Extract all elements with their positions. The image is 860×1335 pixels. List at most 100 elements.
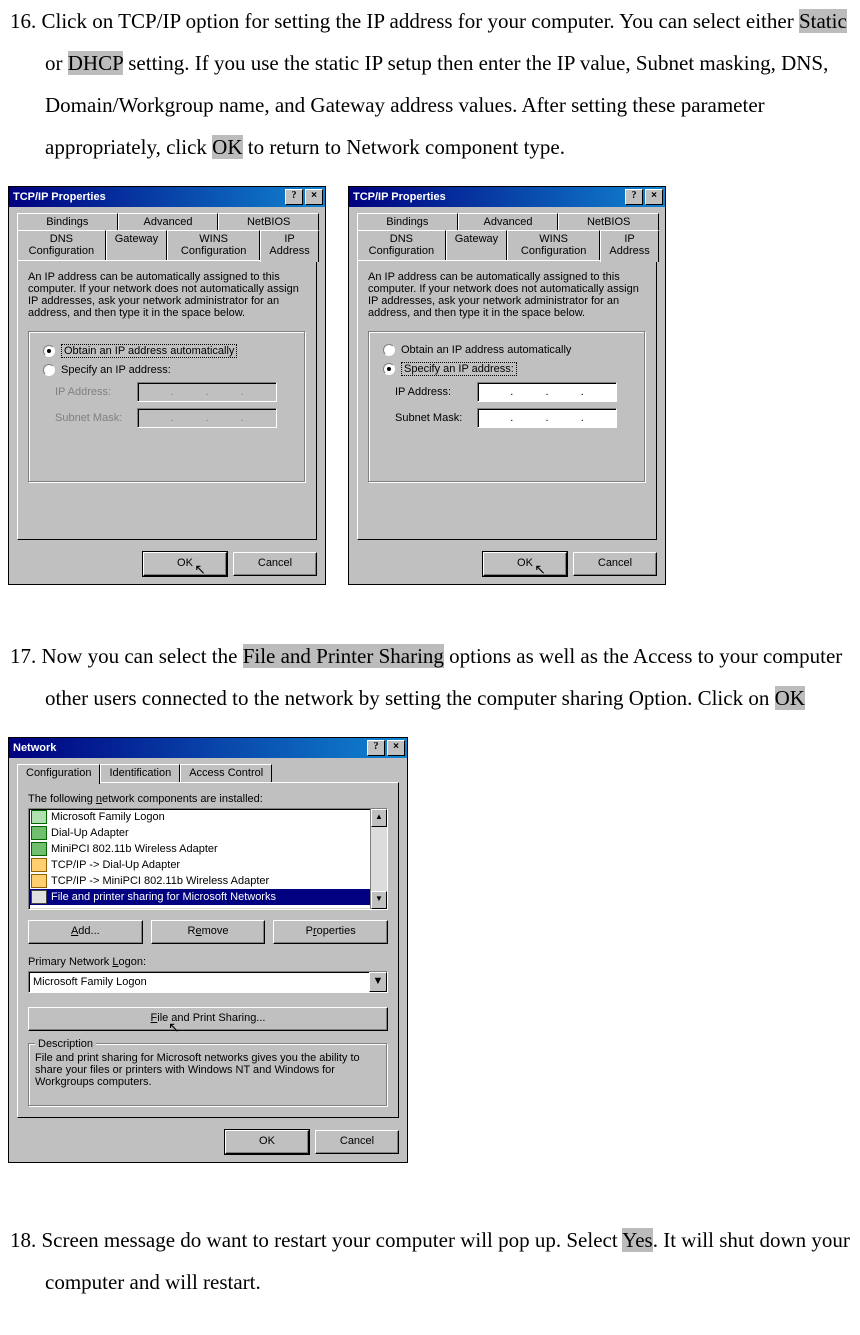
add-button[interactable]: Add... — [28, 920, 143, 944]
components-listbox[interactable]: Microsoft Family Logon Dial-Up Adapter Min… — [28, 808, 388, 910]
radio-specify-icon[interactable] — [43, 364, 55, 376]
tab-page-ip: An IP address can be automatically assig… — [357, 260, 657, 540]
dialog-titlebar[interactable]: TCP/IP Properties ? × — [349, 187, 665, 207]
step17-number: 17. — [10, 644, 36, 668]
dialog-titlebar[interactable]: Network ? × — [9, 738, 407, 758]
tab-netbios[interactable]: NetBIOS — [218, 213, 319, 231]
list-item-label: Dial-Up Adapter — [51, 827, 129, 839]
subnet-mask-input[interactable]: . . . — [477, 408, 617, 428]
list-item-label: Microsoft Family Logon — [51, 811, 165, 823]
radio-specify-icon[interactable] — [383, 363, 395, 375]
primary-logon-combo[interactable]: Microsoft Family Logon ▼ — [28, 971, 388, 993]
combo-arrow-icon[interactable]: ▼ — [369, 972, 387, 992]
help-button[interactable]: ? — [625, 189, 643, 205]
step16-paragraph: 16. Click on TCP/IP option for setting t… — [10, 0, 850, 168]
list-item[interactable]: File and printer sharing for Microsoft N… — [29, 889, 370, 905]
radio-specify-row[interactable]: Specify an IP address: — [43, 364, 297, 376]
help-button[interactable]: ? — [285, 189, 303, 205]
ip-groupbox: Obtain an IP address automatically Speci… — [368, 331, 646, 483]
tab-dns[interactable]: DNS Configuration — [17, 230, 106, 260]
radio-specify-label: Specify an IP address: — [401, 362, 517, 376]
ip-address-input[interactable]: . . . — [477, 382, 617, 402]
primary-logon-label: Primary Network Logon: — [28, 956, 388, 968]
list-item-label: TCP/IP -> Dial-Up Adapter — [51, 859, 180, 871]
radio-obtain-label: Obtain an IP address automatically — [401, 344, 571, 356]
list-scrollbar[interactable]: ▲ ▼ — [370, 809, 387, 909]
step18-number: 18. — [10, 1228, 36, 1252]
hl-dhcp: DHCP — [68, 51, 123, 75]
adapter-icon — [31, 826, 47, 840]
close-button[interactable]: × — [305, 189, 323, 205]
cancel-button[interactable]: Cancel — [573, 552, 657, 576]
radio-obtain-icon[interactable] — [43, 345, 55, 357]
radio-obtain-icon[interactable] — [383, 344, 395, 356]
tab-netbios[interactable]: NetBIOS — [558, 213, 659, 231]
list-item[interactable]: Microsoft Family Logon — [29, 809, 370, 825]
figure-row-tcpip: TCP/IP Properties ? × Bindings Advanced … — [8, 186, 860, 585]
hl-fps: File and Printer Sharing — [243, 644, 444, 668]
radio-obtain-row[interactable]: Obtain an IP address automatically — [43, 344, 297, 358]
tab-dns[interactable]: DNS Configuration — [357, 230, 446, 260]
list-item[interactable]: MiniPCI 802.11b Wireless Adapter — [29, 841, 370, 857]
scroll-down-button[interactable]: ▼ — [371, 891, 387, 909]
tab-bindings[interactable]: Bindings — [17, 213, 118, 231]
dialog-titlebar[interactable]: TCP/IP Properties ? × — [9, 187, 325, 207]
tab-ipaddress[interactable]: IP Address — [260, 230, 319, 262]
ip-groupbox: Obtain an IP address automatically Speci… — [28, 331, 306, 483]
description-text: File and print sharing for Microsoft net… — [35, 1052, 381, 1088]
hl-ok-17: OK — [775, 686, 805, 710]
hl-static: Static — [799, 9, 847, 33]
tab-gateway[interactable]: Gateway — [446, 230, 507, 260]
proto-icon — [31, 874, 47, 888]
tab-wins[interactable]: WINS Configuration — [507, 230, 600, 260]
dialog-title: TCP/IP Properties — [13, 191, 283, 203]
list-item[interactable]: Dial-Up Adapter — [29, 825, 370, 841]
close-button[interactable]: × — [387, 740, 405, 756]
ip-address-input: . . . — [137, 382, 277, 402]
figure-row-network: Network ? × Configuration Identification… — [8, 737, 860, 1163]
dialog-title: Network — [13, 742, 365, 754]
list-item[interactable]: TCP/IP -> MiniPCI 802.11b Wireless Adapt… — [29, 873, 370, 889]
description-title: Description — [35, 1038, 96, 1050]
ok-button[interactable]: OK — [225, 1130, 309, 1154]
configuration-page: The following network components are ins… — [17, 782, 399, 1118]
hl-ok-16: OK — [212, 135, 242, 159]
scroll-up-button[interactable]: ▲ — [371, 809, 387, 827]
dialog-title: TCP/IP Properties — [353, 191, 623, 203]
radio-specify-label: Specify an IP address: — [61, 364, 171, 376]
network-dialog: Network ? × Configuration Identification… — [8, 737, 408, 1163]
tab-configuration[interactable]: Configuration — [17, 764, 100, 784]
radio-obtain-row[interactable]: Obtain an IP address automatically — [383, 344, 637, 356]
tab-advanced[interactable]: Advanced — [118, 213, 219, 231]
ok-button[interactable]: OK ↖ — [483, 552, 567, 576]
close-button[interactable]: × — [645, 189, 663, 205]
radio-specify-row[interactable]: Specify an IP address: — [383, 362, 637, 376]
tab-page-ip: An IP address can be automatically assig… — [17, 260, 317, 540]
components-label: The following network components are ins… — [28, 793, 388, 805]
ip-info-text: An IP address can be automatically assig… — [28, 271, 306, 319]
tab-identification[interactable]: Identification — [100, 764, 180, 782]
file-print-sharing-button[interactable]: File and Print Sharing... — [28, 1007, 388, 1031]
tab-wins[interactable]: WINS Configuration — [167, 230, 260, 260]
cancel-button[interactable]: Cancel — [315, 1130, 399, 1154]
tab-gateway[interactable]: Gateway — [106, 230, 167, 260]
ok-button[interactable]: OK ↖ — [143, 552, 227, 576]
help-button[interactable]: ? — [367, 740, 385, 756]
cursor-icon: ↖ — [534, 559, 546, 579]
properties-button[interactable]: Properties — [273, 920, 388, 944]
step17-paragraph: 17. Now you can select the File and Prin… — [10, 635, 850, 719]
cancel-button[interactable]: Cancel — [233, 552, 317, 576]
tab-advanced[interactable]: Advanced — [458, 213, 559, 231]
list-item[interactable]: TCP/IP -> Dial-Up Adapter — [29, 857, 370, 873]
subnet-mask-input: . . . — [137, 408, 277, 428]
ip-info-text: An IP address can be automatically assig… — [368, 271, 646, 319]
tab-ipaddress[interactable]: IP Address — [600, 230, 659, 262]
subnet-mask-label: Subnet Mask: — [395, 412, 477, 424]
remove-button[interactable]: Remove — [151, 920, 266, 944]
list-item-label: TCP/IP -> MiniPCI 802.11b Wireless Adapt… — [51, 875, 269, 887]
tab-access-control[interactable]: Access Control — [180, 764, 272, 782]
cursor-icon: ↖ — [194, 559, 206, 579]
tcpip-dialog-obtain: TCP/IP Properties ? × Bindings Advanced … — [8, 186, 326, 585]
tab-bindings[interactable]: Bindings — [357, 213, 458, 231]
ip-address-label: IP Address: — [395, 386, 477, 398]
